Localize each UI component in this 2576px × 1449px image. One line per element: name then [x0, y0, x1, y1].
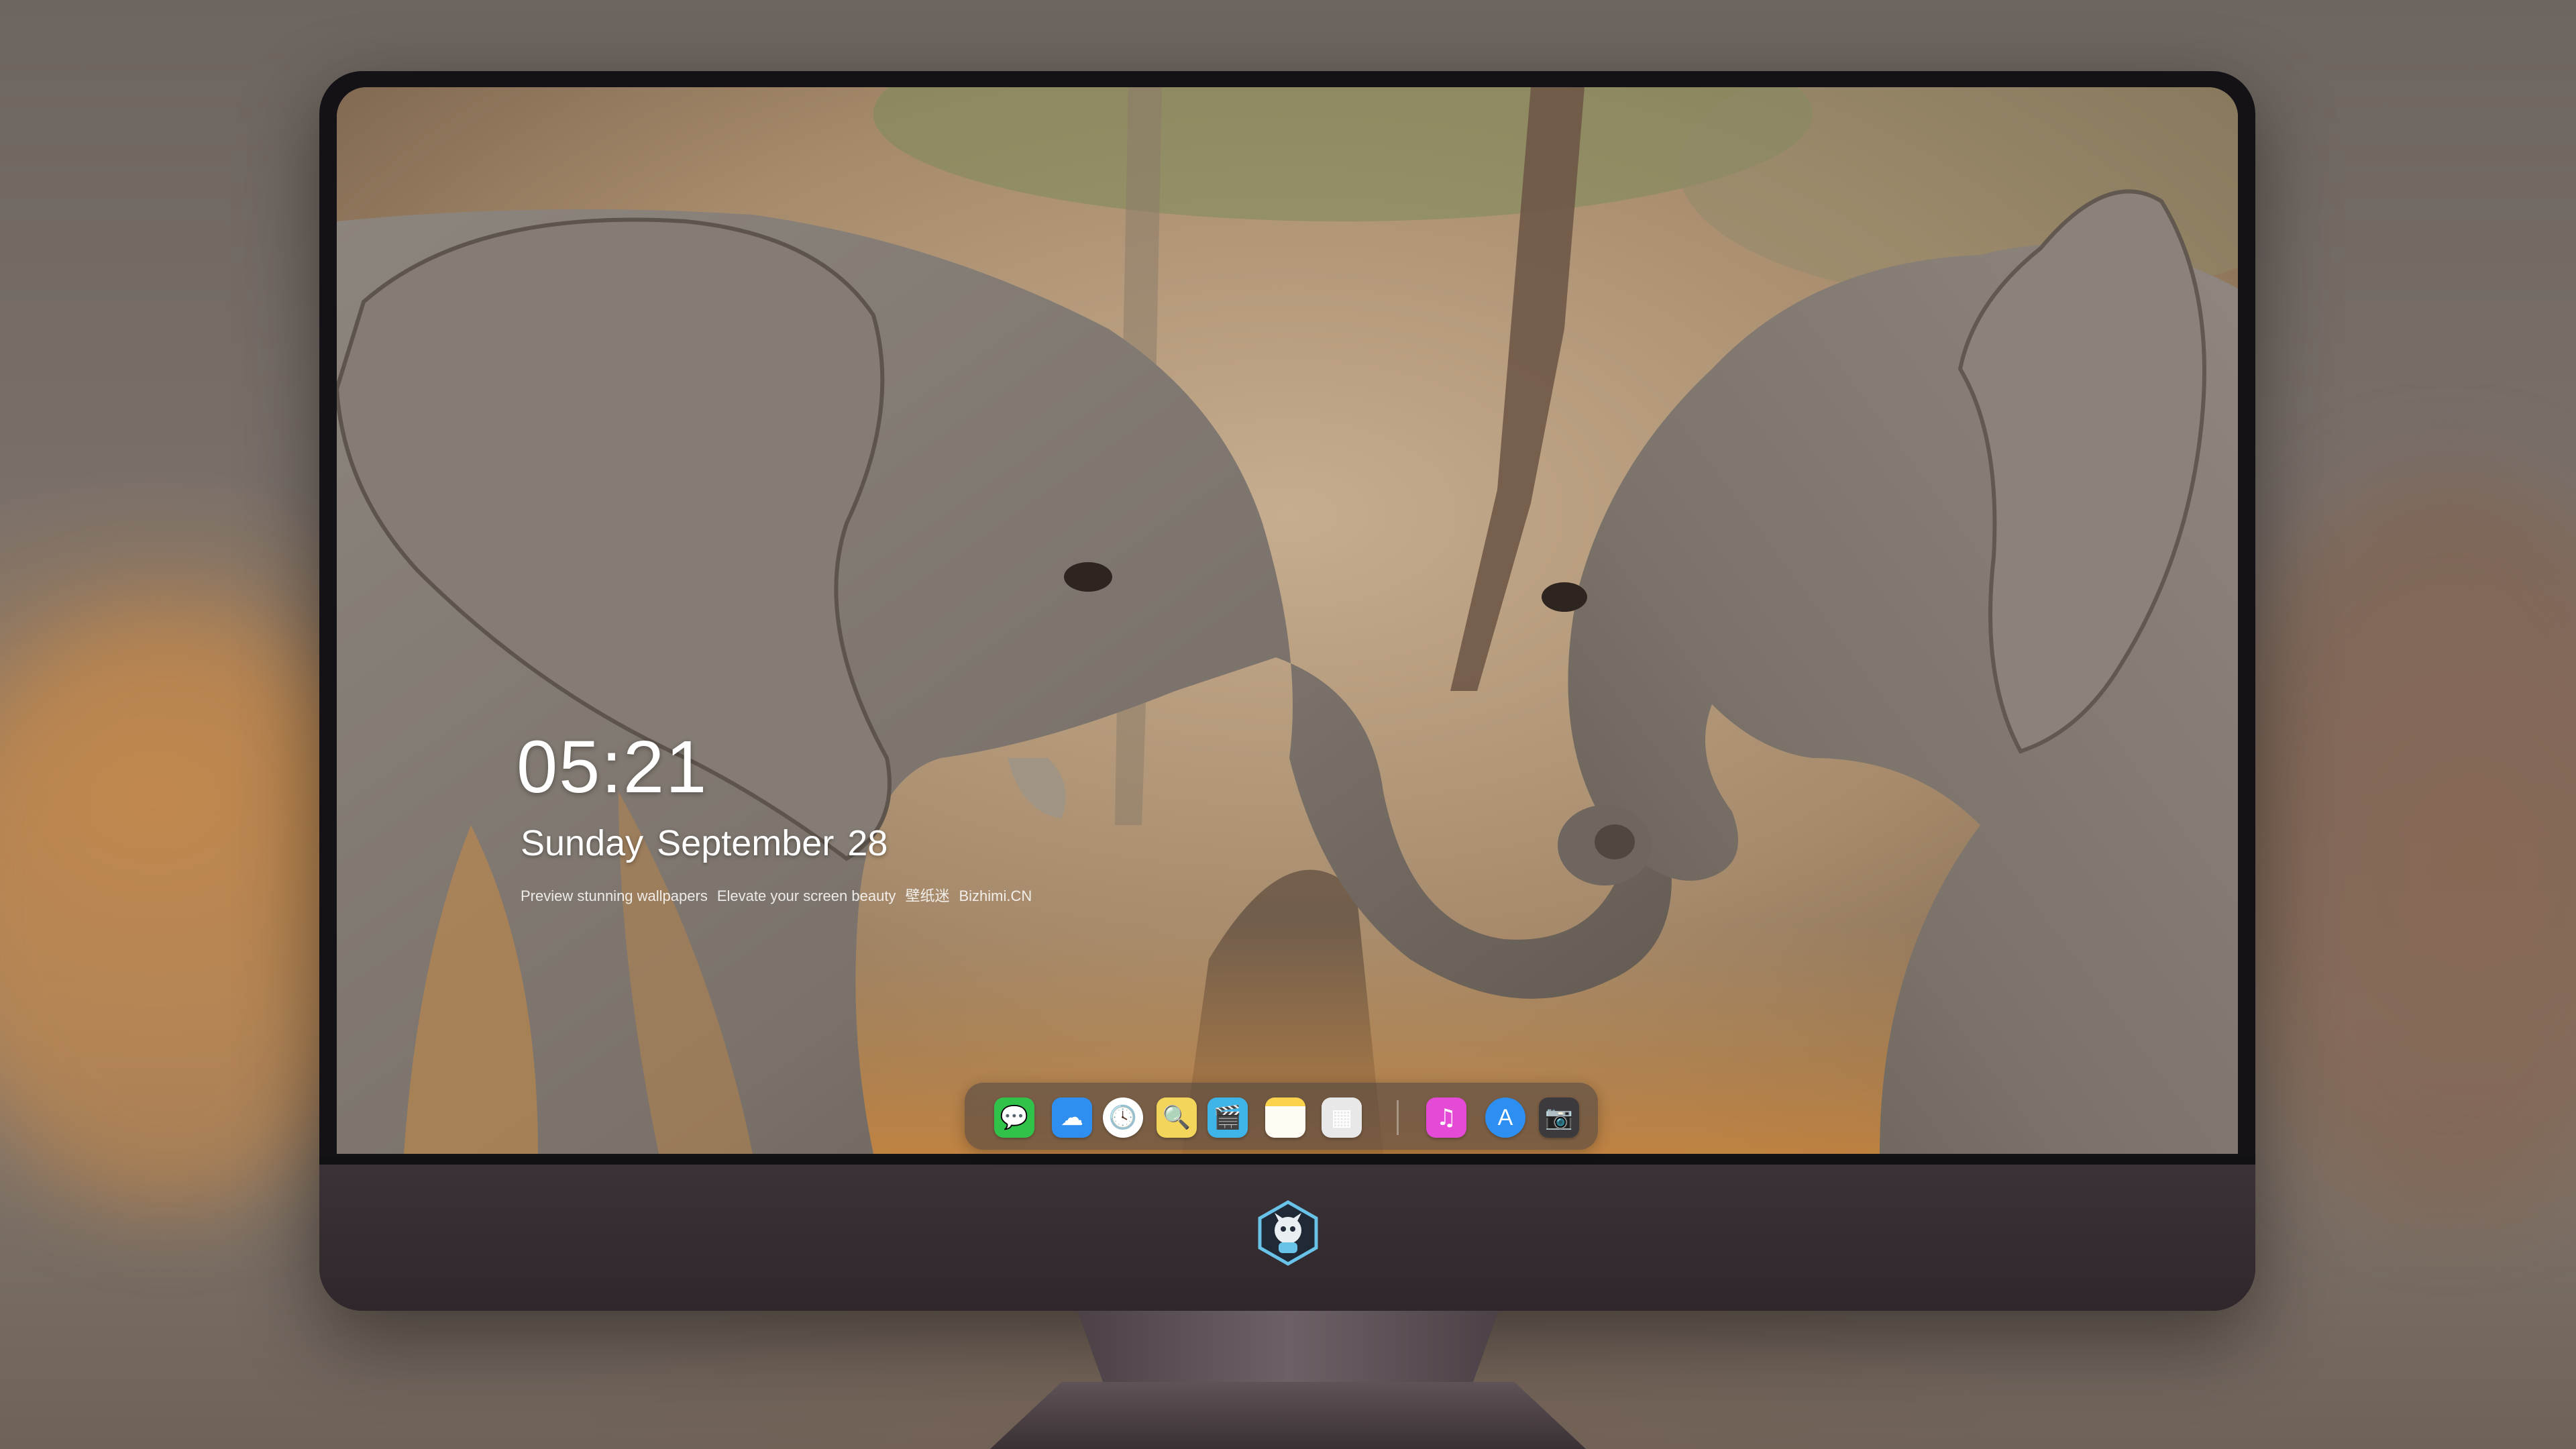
weather-icon[interactable]: ☁ [1052, 1097, 1092, 1138]
dock-separator [1397, 1100, 1399, 1135]
desktop-background: 05:21 Sunday September 28 Preview stunning… [0, 0, 2576, 1449]
caption-text: 壁纸迷 [905, 888, 950, 904]
caption-text: Preview stunning wallpapers [521, 888, 708, 904]
wallpaper-caption: Preview stunning wallpapers Elevate your … [521, 884, 1041, 906]
music-icon[interactable]: ♫ [1426, 1097, 1466, 1138]
messages-icon[interactable]: 💬 [994, 1097, 1034, 1138]
photo-booth-icon[interactable]: ▦ [1322, 1097, 1362, 1138]
wallpaper-screen [337, 87, 2238, 1154]
caption-text: Elevate your screen beauty [716, 888, 896, 904]
date-day: 28 [847, 823, 888, 863]
lockscreen-date: Sunday September 28 [521, 822, 901, 864]
elephants-wallpaper [337, 87, 2238, 1154]
brand-logo-icon [1254, 1199, 1322, 1267]
background-blur [2214, 470, 2576, 1208]
caption-text: Bizhimi.CN [959, 888, 1032, 904]
preview-icon[interactable]: 🔍 [1157, 1097, 1197, 1138]
date-weekday: Sunday [521, 823, 644, 863]
clapperboard-icon[interactable]: 🎬 [1208, 1097, 1248, 1138]
date-month: September [657, 823, 835, 863]
app-store-icon[interactable]: A [1485, 1097, 1525, 1138]
clock-icon[interactable]: 🕓 [1103, 1097, 1143, 1138]
monitor-stand-base [990, 1382, 1586, 1449]
lockscreen-time: 05:21 [517, 726, 708, 808]
notes-icon[interactable] [1265, 1097, 1305, 1138]
camera-icon[interactable]: 📷 [1539, 1097, 1579, 1138]
